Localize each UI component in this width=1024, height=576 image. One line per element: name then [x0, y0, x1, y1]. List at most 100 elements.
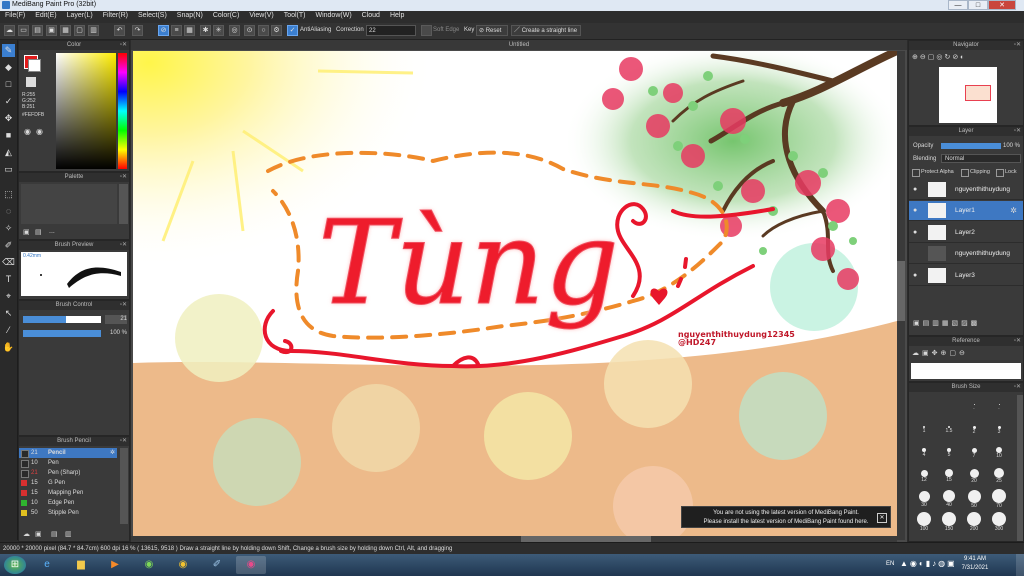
brush-size-preset[interactable]: 4: [913, 443, 935, 463]
eye-icon[interactable]: ●: [913, 186, 917, 193]
add-palette-icon[interactable]: ▣: [23, 228, 30, 236]
palette-scrollbar[interactable]: [119, 184, 128, 224]
brush-size-preset[interactable]: 1.5: [938, 420, 960, 440]
snap-concentric-icon[interactable]: ○: [258, 25, 269, 36]
brush-tool-icon[interactable]: ✎: [2, 44, 15, 57]
brush-size-preset[interactable]: 40: [938, 489, 960, 509]
layer-row[interactable]: ● Layer2: [909, 223, 1023, 243]
canvas-tab[interactable]: Untitled: [131, 40, 907, 50]
navigator-viewport[interactable]: [965, 85, 991, 101]
layer-opacity-slider[interactable]: [941, 143, 1001, 149]
panel-close-icon[interactable]: ▫✕: [1014, 383, 1021, 392]
tray-icons[interactable]: ▲◉◐▮♪◍▣: [900, 559, 957, 568]
menu-filter[interactable]: Filter(R): [98, 11, 133, 19]
save-icon[interactable]: ▣: [46, 25, 57, 36]
brush-copy-icon[interactable]: ▥: [65, 530, 72, 538]
brush-cloud-icon[interactable]: ☁: [23, 530, 30, 538]
brush-add-icon[interactable]: ▣: [35, 530, 42, 538]
select-tool-icon[interactable]: ⬚: [2, 188, 15, 201]
brush-size-preset[interactable]: 300: [988, 512, 1010, 532]
eraser-tool-icon[interactable]: ◆: [2, 61, 15, 74]
navigator-thumbnail[interactable]: [939, 67, 997, 123]
brush-size-preset[interactable]: 150: [938, 512, 960, 532]
color-wheel-icon[interactable]: ◉: [36, 127, 43, 136]
chrome-icon[interactable]: ◉: [168, 556, 198, 574]
fill-tool-icon[interactable]: ■: [2, 129, 15, 142]
brush-size-preset[interactable]: .: [963, 397, 985, 417]
saturation-value-picker[interactable]: [56, 53, 116, 169]
undo-icon[interactable]: ↶: [114, 25, 125, 36]
snap-settings-icon[interactable]: ⚙: [271, 25, 282, 36]
menu-cloud[interactable]: Cloud: [357, 11, 385, 19]
show-desktop-button[interactable]: [1016, 554, 1024, 576]
brush-size-preset[interactable]: 50: [963, 489, 985, 509]
eye-icon[interactable]: ●: [913, 207, 917, 214]
media-player-icon[interactable]: ▶: [100, 556, 130, 574]
menu-help[interactable]: Help: [385, 11, 409, 19]
brush-size-preset[interactable]: 3: [988, 420, 1010, 440]
layer-row[interactable]: ● Layer3: [909, 266, 1023, 286]
brush-size-preset[interactable]: [938, 397, 960, 417]
gradient-tool-icon[interactable]: ▭: [2, 163, 15, 176]
snap-vanish-icon[interactable]: ✱: [200, 25, 211, 36]
brush-size-preset[interactable]: 100: [913, 512, 935, 532]
brush-size-preset[interactable]: [913, 397, 935, 417]
select-eraser-icon[interactable]: ⌫: [2, 256, 15, 269]
background-color-swatch[interactable]: [28, 59, 41, 72]
magic-wand-icon[interactable]: ✧: [2, 222, 15, 235]
panel-close-icon[interactable]: ▫✕: [120, 301, 127, 310]
snap-circle-icon[interactable]: ◎: [229, 25, 240, 36]
canvas-vertical-scrollbar[interactable]: [897, 51, 905, 540]
layer-row[interactable]: ● Layer1 ✲: [909, 201, 1023, 221]
brush-size-preset[interactable]: 70: [988, 489, 1010, 509]
brush-item-edge-pen[interactable]: 10 Edge Pen: [19, 498, 117, 508]
delete-icon[interactable]: ▥: [88, 25, 99, 36]
brush-size-preset[interactable]: 2: [963, 420, 985, 440]
brush-size-preset[interactable]: 30: [913, 489, 935, 509]
brush-size-preset[interactable]: 12: [913, 466, 935, 486]
brush-size-preset[interactable]: 25: [988, 466, 1010, 486]
snap-curve-icon[interactable]: ⊙: [244, 25, 255, 36]
operation-tool-icon[interactable]: ↖: [2, 307, 15, 320]
eye-icon[interactable]: ●: [913, 229, 917, 236]
brush-size-preset[interactable]: .: [988, 397, 1010, 417]
ie-icon[interactable]: e: [32, 556, 62, 574]
maximize-button[interactable]: □: [968, 0, 988, 10]
brush-size-value[interactable]: 21: [105, 315, 127, 324]
move-tool-icon[interactable]: ✥: [2, 112, 15, 125]
brush-item-g-pen[interactable]: 15 G Pen: [19, 478, 117, 488]
menu-color[interactable]: Color(C): [208, 11, 244, 19]
drawing-canvas[interactable]: Tùng Tùng nguyenthithuydung12345 @HD247: [133, 51, 897, 539]
menu-tool[interactable]: Tool(T): [279, 11, 311, 19]
layer-action-icons[interactable]: ▣▤▥▦▧▨▩: [913, 319, 980, 327]
medibang-taskbar-icon[interactable]: ◉: [236, 556, 266, 574]
palette-icon[interactable]: ◉: [24, 127, 31, 136]
panel-close-icon[interactable]: ▫✕: [1014, 337, 1021, 346]
clock-date[interactable]: 7/31/2021: [955, 565, 995, 571]
brush-size-preset[interactable]: 200: [963, 512, 985, 532]
new-file-icon[interactable]: ▭: [18, 25, 29, 36]
brush-item-pen-sharp[interactable]: 21 Pen (Sharp): [19, 468, 117, 478]
palette-menu[interactable]: ...: [49, 228, 55, 235]
soft-edge-checkbox[interactable]: [421, 25, 432, 36]
notice-close-icon[interactable]: ✕: [877, 513, 887, 523]
protect-alpha-checkbox[interactable]: [912, 169, 920, 177]
menu-layer[interactable]: Layer(L): [62, 11, 98, 19]
brush-size-slider[interactable]: [23, 316, 101, 323]
menu-edit[interactable]: Edit(E): [30, 11, 61, 19]
reset-button[interactable]: ⊘ Reset: [476, 25, 508, 36]
app-icon-green[interactable]: ◉: [134, 556, 164, 574]
correction-select[interactable]: 22: [366, 25, 416, 36]
panel-close-icon[interactable]: ▫✕: [120, 437, 127, 446]
clock-time[interactable]: 9:41 AM: [955, 556, 995, 562]
menu-snap[interactable]: Snap(N): [172, 11, 208, 19]
clipping-checkbox[interactable]: [961, 169, 969, 177]
gear-icon[interactable]: ✲: [110, 448, 115, 458]
panel-close-icon[interactable]: ▫✕: [120, 41, 127, 50]
pen-tool-icon[interactable]: ✓: [2, 95, 15, 108]
open-file-icon[interactable]: ▤: [32, 25, 43, 36]
text-tool-icon[interactable]: T: [2, 273, 15, 286]
share-icon[interactable]: ▢: [74, 25, 85, 36]
brush-size-preset[interactable]: 1: [913, 420, 935, 440]
dot-tool-icon[interactable]: □: [2, 78, 15, 91]
